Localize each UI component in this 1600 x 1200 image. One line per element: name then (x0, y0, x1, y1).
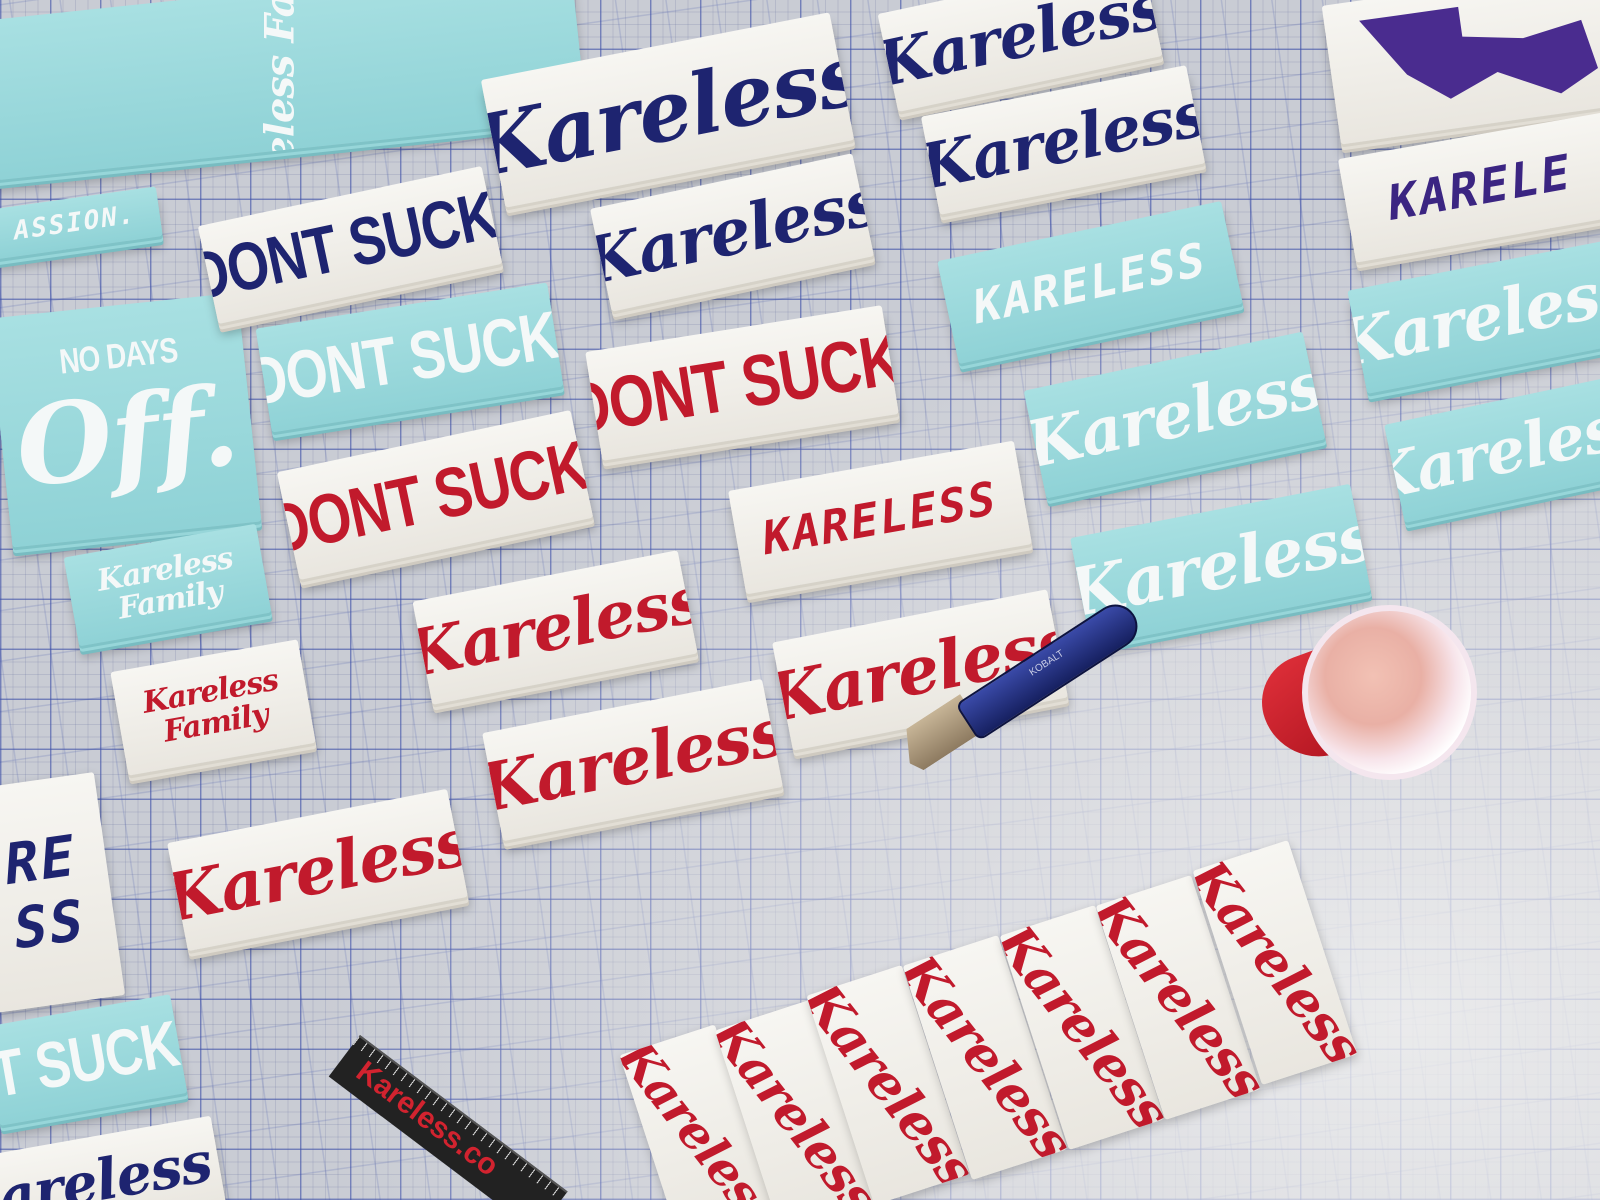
sticker-kareless-tag-red: KARELESS (728, 440, 1032, 595)
sticker-text-big: Off. (10, 360, 244, 512)
sticker-text: Kareless (1023, 347, 1326, 483)
sticker-text: areless (0, 1128, 217, 1200)
sticker-text: DONT SUCK. (255, 294, 564, 421)
sticker-text: Kareless (482, 692, 783, 828)
sticker-kareless-red: Kareless (167, 788, 468, 952)
sticker-text-top: RE (2, 822, 79, 899)
sticker-dont-suck-red: DONT SUCK. (276, 410, 594, 580)
cup-rim (1302, 605, 1477, 780)
sticker-text: DONT SUCK. (276, 421, 594, 569)
cutting-mat: Kareless Family ASSION. NO DAYS Off. DON… (0, 0, 1600, 1200)
sticker-partial-navy-tag: RE SS (0, 772, 126, 1013)
ruler: Kareless.co (328, 1035, 568, 1200)
sticker-text-bottom: SS (11, 886, 88, 963)
sticker-text: T SUCK (0, 1008, 184, 1112)
sticker-kareless-tag-aqua: KARELESS (937, 201, 1243, 364)
sticker-text: DONT SUCK. (585, 315, 899, 451)
sticker-text: Kareless Family (94, 540, 241, 628)
sticker-kareless-aqua: Kareless (1384, 377, 1600, 523)
sticker-text: DONT SUCK. (197, 174, 503, 316)
sticker-kareless-family-aqua: Kareless Family (63, 523, 272, 647)
sticker-text: KARELESS (973, 230, 1207, 335)
sticker-text: Kareless (1347, 252, 1600, 383)
sticker-no-days-off: NO DAYS Off. (0, 292, 262, 548)
sticker-text: Kareless Family (140, 663, 286, 751)
sticker-text: Kareless (167, 802, 468, 938)
texas-shape-icon (1359, 6, 1599, 99)
sticker-kareless-navy-partial: areless (0, 1115, 227, 1200)
ruler-brand-label: Kareless.co (350, 1055, 505, 1183)
sticker-dont-suck-aqua-partial: T SUCK (0, 994, 188, 1126)
sticker-text: Kareless (590, 164, 874, 301)
sticker-text: KARELESS (762, 469, 998, 566)
sticker-text: Kareless (412, 562, 698, 693)
sticker-kareless-aqua: Kareless (1023, 331, 1326, 499)
sticker-kareless-aqua: Kareless (1347, 241, 1600, 394)
sticker-passion: ASSION. (0, 186, 163, 260)
sticker-text: Kareless (1384, 384, 1600, 516)
sticker-dont-suck-red: DONT SUCK. (585, 305, 899, 461)
sticker-text: Kareless Family (256, 0, 304, 181)
red-plastic-cup (1248, 605, 1477, 780)
sticker-kareless-red: Kareless (412, 550, 698, 705)
sticker-kareless-family-red: Kareless Family (110, 639, 316, 776)
sticker-text: KARELE (1387, 142, 1573, 233)
sticker-text: ASSION. (12, 199, 138, 247)
sticker-kareless-red: Kareless (482, 678, 783, 842)
